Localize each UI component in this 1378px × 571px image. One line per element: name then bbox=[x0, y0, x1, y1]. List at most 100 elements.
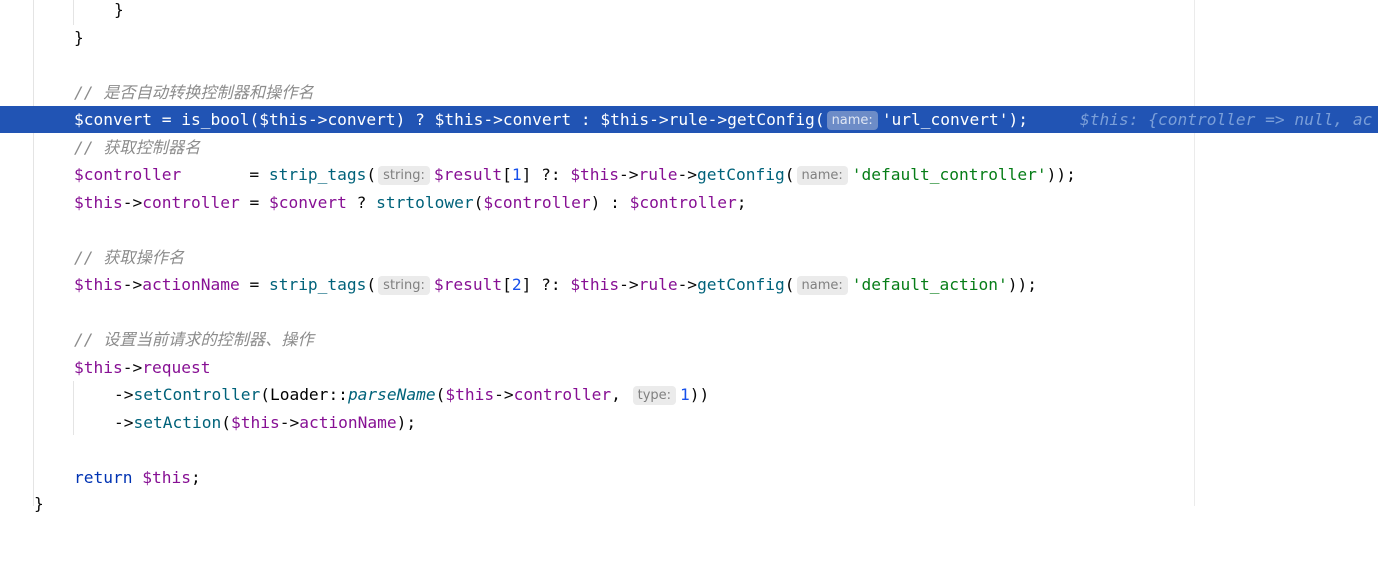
code-line[interactable]: // 是否自动转换控制器和操作名 bbox=[0, 79, 1378, 106]
variable: $this bbox=[142, 468, 191, 487]
function-name: strtolower bbox=[376, 193, 474, 212]
code-line-current[interactable]: $convert = is_bool($this->convert) ? $th… bbox=[0, 106, 1378, 133]
controller-statement: $controller = strip_tags(string: $result[… bbox=[74, 161, 1076, 188]
operator: -> bbox=[279, 413, 300, 432]
punctuation: [ bbox=[502, 275, 512, 294]
code-line[interactable]: $this->request bbox=[0, 354, 1378, 381]
set-action-call: ->setAction($this->actionName); bbox=[114, 409, 416, 436]
punctuation: ( bbox=[249, 110, 260, 129]
static-method: parseName bbox=[347, 385, 436, 404]
class-name: Loader bbox=[269, 385, 329, 404]
operator: -> bbox=[114, 413, 134, 432]
code-line[interactable]: $this->controller = $convert ? strtolowe… bbox=[0, 189, 1378, 216]
operator: -> bbox=[494, 385, 514, 404]
parameter-hint: string: bbox=[378, 276, 430, 295]
comment: // 获取控制器名 bbox=[74, 138, 201, 157]
punctuation: )); bbox=[1046, 165, 1076, 184]
code-line[interactable]: } bbox=[0, 490, 1378, 517]
operator: = bbox=[239, 193, 269, 212]
code-line[interactable]: return $this; bbox=[0, 464, 1378, 491]
operator: -> bbox=[677, 275, 698, 294]
punctuation: )) bbox=[689, 385, 710, 404]
variable: $convert bbox=[268, 193, 347, 212]
function-name: strip_tags bbox=[268, 275, 367, 294]
operator: = bbox=[239, 275, 269, 294]
property: controller bbox=[142, 193, 240, 212]
closing-brace: } bbox=[74, 28, 84, 47]
property: actionName bbox=[142, 275, 240, 294]
operator: = bbox=[151, 110, 182, 129]
punctuation: ( bbox=[784, 165, 795, 184]
code-line[interactable]: $this->actionName = strip_tags(string: $r… bbox=[0, 271, 1378, 298]
property: rule bbox=[638, 165, 678, 184]
code-line[interactable]: ->setController(Loader::parseName($this-… bbox=[0, 381, 1378, 408]
variable: $this bbox=[434, 110, 484, 129]
punctuation: ) ? bbox=[395, 110, 435, 129]
operator: -> bbox=[619, 275, 639, 294]
parameter-hint: string: bbox=[378, 166, 430, 185]
operator: -> bbox=[649, 110, 669, 129]
variable: $this bbox=[570, 165, 620, 184]
keyword: return bbox=[74, 468, 133, 487]
operator: ] ?: bbox=[521, 275, 571, 294]
punctuation: , bbox=[611, 385, 631, 404]
property: convert bbox=[327, 110, 396, 129]
string-literal: 'url_convert' bbox=[881, 110, 1009, 129]
variable: $controller bbox=[74, 165, 182, 184]
request-statement: $this->request bbox=[74, 354, 210, 381]
code-editor[interactable]: } } // 是否自动转换控制器和操作名 $convert = is_bool(… bbox=[0, 0, 1378, 513]
number-literal: 1 bbox=[680, 385, 690, 404]
variable: $this bbox=[600, 110, 650, 129]
punctuation: )); bbox=[1007, 275, 1037, 294]
variable: $result bbox=[433, 275, 503, 294]
operator: :: bbox=[328, 385, 348, 404]
function-name: setAction bbox=[133, 413, 222, 432]
operator: -> bbox=[122, 358, 143, 377]
property: actionName bbox=[299, 413, 397, 432]
function-name: is_bool bbox=[181, 110, 250, 129]
string-literal: 'default_action' bbox=[851, 275, 1008, 294]
operator: -> bbox=[677, 165, 698, 184]
string-literal: 'default_controller' bbox=[851, 165, 1047, 184]
comment: // 设置当前请求的控制器、操作 bbox=[74, 330, 314, 349]
function-name: getConfig bbox=[727, 110, 815, 129]
punctuation: ( bbox=[366, 165, 377, 184]
number-literal: 1 bbox=[511, 165, 522, 184]
variable: $this bbox=[74, 358, 123, 377]
punctuation: ); bbox=[396, 413, 417, 432]
action-statement: $this->actionName = strip_tags(string: $r… bbox=[74, 271, 1037, 298]
parameter-hint: name: bbox=[796, 276, 848, 295]
code-line[interactable]: ->setAction($this->actionName); bbox=[0, 409, 1378, 436]
property: rule bbox=[668, 110, 708, 129]
operator: -> bbox=[122, 193, 143, 212]
return-statement: return $this; bbox=[74, 464, 201, 491]
code-line[interactable]: $controller = strip_tags(string: $result[… bbox=[0, 161, 1378, 188]
inline-debug-value: $this: {controller => null, ac bbox=[1080, 110, 1373, 129]
closing-brace: } bbox=[34, 494, 44, 513]
variable: $this bbox=[230, 413, 280, 432]
code-line[interactable]: } bbox=[0, 24, 1378, 51]
function-name: getConfig bbox=[697, 275, 785, 294]
operator: ? bbox=[346, 193, 377, 212]
convert-statement: $convert = is_bool($this->convert) ? $th… bbox=[74, 106, 1028, 133]
code-line[interactable]: // 获取控制器名 bbox=[0, 134, 1378, 161]
code-line[interactable]: // 设置当前请求的控制器、操作 bbox=[0, 326, 1378, 353]
function-name: strip_tags bbox=[268, 165, 367, 184]
operator: ] ?: bbox=[521, 165, 571, 184]
variable: $this bbox=[259, 110, 308, 129]
property: convert bbox=[502, 110, 572, 129]
code-line[interactable]: // 获取操作名 bbox=[0, 244, 1378, 271]
number-literal: 2 bbox=[511, 275, 522, 294]
punctuation: ( bbox=[435, 385, 446, 404]
punctuation: ( bbox=[814, 110, 825, 129]
function-name: setController bbox=[133, 385, 261, 404]
punctuation: [ bbox=[502, 165, 512, 184]
operator: -> bbox=[307, 110, 328, 129]
punctuation: ; bbox=[190, 468, 201, 487]
code-line[interactable]: } bbox=[0, 0, 1378, 23]
operator: -> bbox=[619, 165, 639, 184]
set-controller-call: ->setController(Loader::parseName($this-… bbox=[114, 381, 709, 408]
parameter-hint: type: bbox=[632, 386, 677, 405]
function-name: getConfig bbox=[697, 165, 785, 184]
